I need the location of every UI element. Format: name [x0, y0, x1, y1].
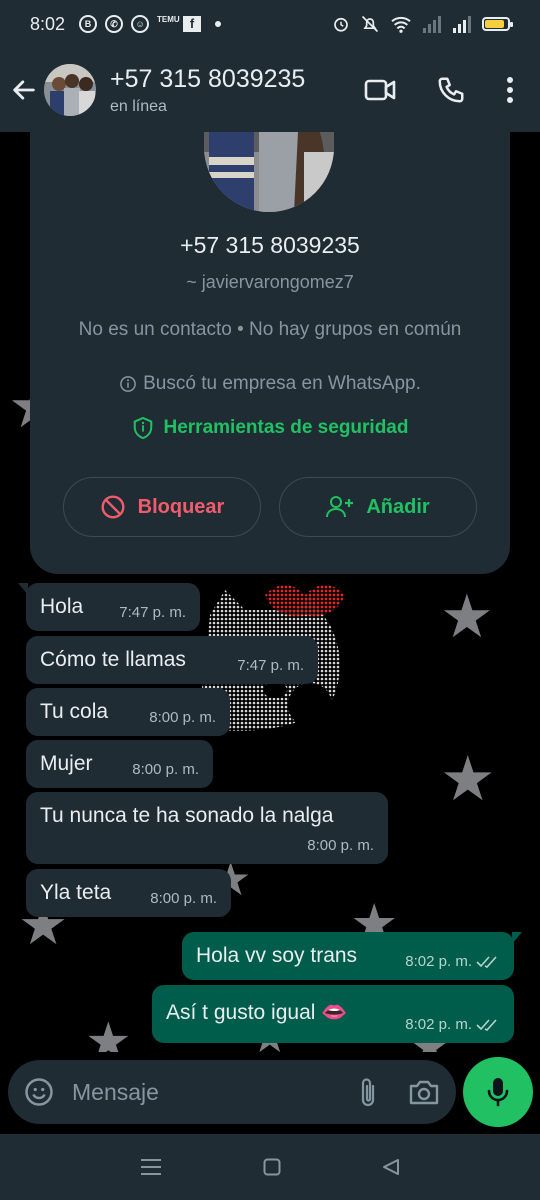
notification-temu-icon: TEMU — [157, 15, 180, 24]
message-time: 8:00 p. m. — [307, 837, 374, 854]
read-receipt-icon — [476, 955, 497, 968]
add-contact-button[interactable]: Añadir — [279, 477, 477, 537]
message-incoming[interactable]: Mujer 8:00 p. m. — [26, 740, 213, 788]
message-outgoing[interactable]: Así t gusto igual 👄 8:02 p. m. — [152, 985, 514, 1043]
message-text: Yla teta — [40, 881, 112, 904]
notification-whatsapp-icon: ✆ — [105, 15, 124, 33]
signal-icon-2 — [453, 16, 471, 33]
business-search-info: Buscó tu empresa en WhatsApp. — [30, 373, 510, 395]
wifi-icon — [391, 16, 411, 33]
battery-icon — [482, 17, 513, 31]
bubble-tail — [512, 932, 522, 944]
more-notifications-dot — [215, 21, 222, 27]
system-navigation-bar — [0, 1134, 540, 1200]
read-receipt-icon — [476, 1018, 497, 1031]
message-time: 8:02 p. m. — [405, 953, 472, 970]
message-time: 8:00 p. m. — [150, 890, 217, 907]
alarm-icon — [334, 17, 348, 32]
block-label: Bloquear — [137, 495, 225, 518]
signal-icon-1 — [423, 16, 441, 33]
info-icon — [120, 376, 136, 392]
attach-icon[interactable] — [358, 1076, 378, 1108]
contact-username: ~ javiervarongomez7 — [186, 272, 354, 292]
add-person-icon — [326, 496, 354, 518]
voice-call-icon[interactable] — [436, 75, 466, 105]
message-time-status: 8:02 p. m. — [405, 953, 500, 970]
emoji-icon[interactable] — [24, 1077, 54, 1107]
star-decoration: ★ — [440, 583, 494, 650]
message-incoming[interactable]: Yla teta 8:00 p. m. — [26, 869, 231, 917]
star-decoration: ★ — [440, 745, 496, 814]
notification-facebook-icon: f — [183, 16, 202, 32]
recent-apps-icon[interactable] — [140, 1158, 162, 1176]
message-time-status: 8:02 p. m. — [405, 1016, 500, 1033]
message-text: Cómo te llamas — [40, 648, 186, 671]
message-incoming[interactable]: Cómo te llamas 7:47 p. m. — [26, 636, 318, 684]
message-time: 7:47 p. m. — [237, 657, 304, 674]
message-incoming[interactable]: Hola 7:47 p. m. — [18, 583, 200, 631]
voice-message-button[interactable] — [463, 1057, 533, 1127]
message-text: Hola — [40, 595, 84, 618]
business-search-text: Buscó tu empresa en WhatsApp. — [143, 373, 421, 394]
notification-b-icon: B — [79, 15, 98, 33]
microphone-icon — [487, 1078, 509, 1107]
status-time: 8:02 — [30, 13, 66, 34]
message-time: 7:47 p. m. — [119, 604, 186, 621]
contact-relation-info: No es un contacto • No hay grupos en com… — [78, 319, 462, 340]
security-tools-link[interactable]: Herramientas de seguridad — [30, 416, 510, 440]
back-arrow-icon[interactable] — [10, 76, 38, 104]
block-icon — [101, 495, 125, 519]
message-outgoing[interactable]: Hola vv soy trans 8:02 p. m. — [182, 932, 522, 980]
message-time: 8:00 p. m. — [132, 761, 199, 778]
notification-app-icon: ☺ — [131, 15, 150, 33]
message-text: Así t gusto igual 👄 — [166, 1001, 348, 1024]
message-composer — [8, 1060, 456, 1124]
home-icon[interactable] — [263, 1158, 281, 1176]
message-text: Hola vv soy trans — [196, 944, 358, 967]
status-bar: 8:02 B ✆ ☺ TEMU f — [0, 0, 540, 48]
message-incoming[interactable]: Tu cola 8:00 p. m. — [26, 688, 230, 736]
video-call-icon[interactable] — [364, 77, 396, 103]
chat-header: +57 315 8039235 en línea — [0, 48, 540, 132]
more-options-icon[interactable] — [506, 76, 514, 104]
star-decoration: ★ — [85, 1013, 132, 1052]
message-text: Tu cola — [40, 700, 109, 723]
message-time: 8:02 p. m. — [405, 1016, 472, 1033]
add-contact-label: Añadir — [366, 495, 430, 518]
message-text: Tu nunca te ha sonado la nalga — [40, 804, 334, 827]
message-incoming[interactable]: Tu nunca te ha sonado la nalga 8:00 p. m… — [26, 792, 388, 864]
contact-avatar[interactable] — [44, 64, 96, 116]
bubble-tail — [18, 583, 28, 595]
security-tools-label: Herramientas de seguridad — [163, 417, 409, 438]
back-nav-icon[interactable] — [382, 1158, 400, 1176]
message-input[interactable] — [72, 1078, 322, 1106]
contact-title[interactable]: +57 315 8039235 — [110, 65, 305, 94]
block-button[interactable]: Bloquear — [63, 477, 261, 537]
message-text: Mujer — [40, 752, 93, 775]
camera-icon[interactable] — [408, 1078, 440, 1106]
contact-status: en línea — [110, 97, 167, 115]
contact-name: +57 315 8039235 — [180, 232, 360, 258]
message-time: 8:00 p. m. — [149, 709, 216, 726]
shield-icon — [133, 416, 152, 440]
mute-icon — [361, 15, 379, 33]
contact-info-card: +57 315 8039235 ~ javiervarongomez7 No e… — [30, 112, 510, 574]
